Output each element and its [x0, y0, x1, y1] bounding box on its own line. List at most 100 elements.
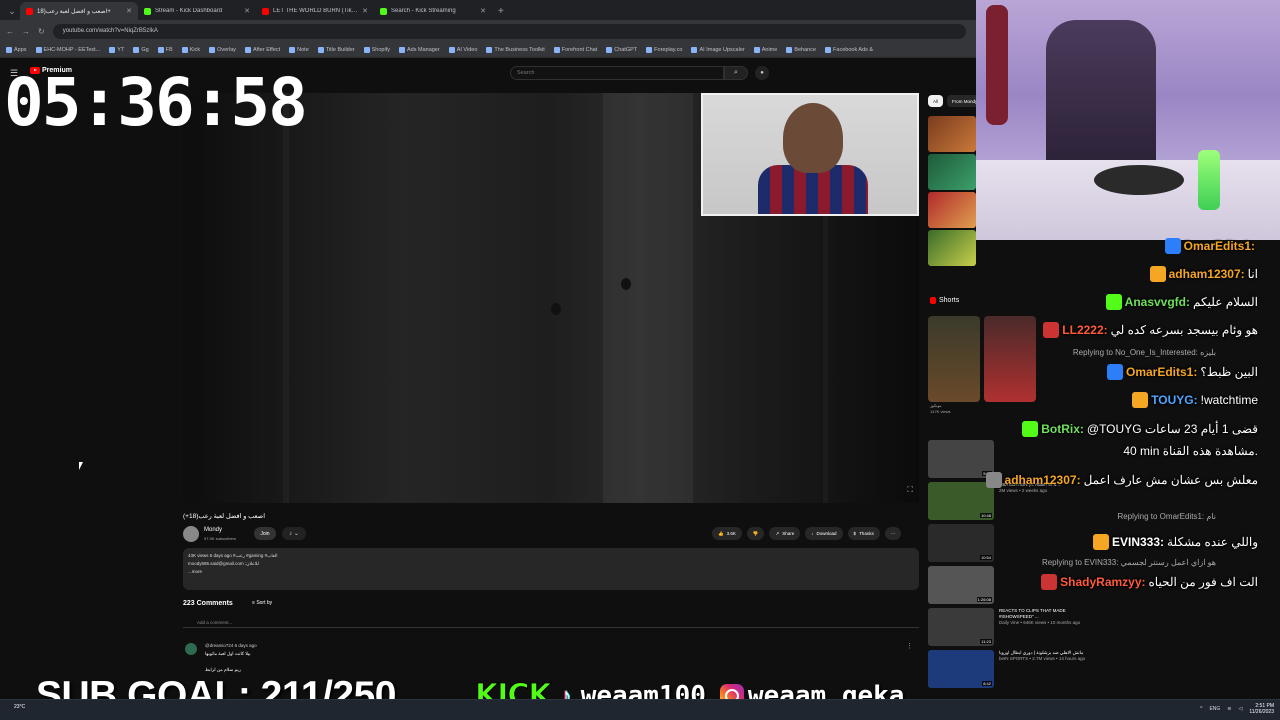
chat-text: الت اف فور من الحياه [1148, 575, 1258, 589]
tab-youtube[interactable]: اصعب و افضل لعبة رعب(18+ ✕ [20, 2, 138, 20]
wifi-icon[interactable]: ≋ [1227, 706, 1231, 712]
video-thumbnail[interactable] [928, 154, 976, 190]
microphone-icon[interactable]: ● [755, 66, 769, 80]
chip-all[interactable]: All [928, 95, 944, 107]
bookmark-item[interactable]: Title Builder [317, 46, 355, 53]
tab-search-icon[interactable]: ⌄ [4, 2, 20, 20]
bookmark-item[interactable]: FB [157, 46, 173, 53]
video-thumbnail[interactable]: 1:26:08 [928, 566, 994, 604]
bookmark-label: Forefront Chat [561, 46, 598, 53]
reload-icon[interactable]: ↻ [38, 27, 45, 36]
video-thumbnail[interactable] [928, 116, 976, 152]
video-thumbnail[interactable] [928, 192, 976, 228]
bookmark-item[interactable]: Anime [753, 46, 777, 53]
new-tab-plus-icon[interactable]: + [492, 2, 510, 20]
close-icon[interactable]: ✕ [244, 7, 250, 15]
bookmark-label: AI Image Upscaler [699, 46, 745, 53]
address-bar[interactable]: youtube.com/watch?v=NiqZrB5zIkA [52, 23, 966, 39]
comment-avatar[interactable] [185, 643, 197, 655]
video-thumbnail[interactable] [928, 230, 976, 266]
chat-message: adham12307: انا [1149, 266, 1258, 282]
bookmark-icon [109, 46, 116, 53]
bookmark-label: YT [117, 46, 125, 53]
volume-icon[interactable]: ◁ [1238, 706, 1242, 712]
share-icon: ↗ [775, 530, 780, 536]
close-icon[interactable]: ✕ [480, 7, 486, 15]
download-button[interactable]: ↓ Download [805, 527, 843, 540]
like-button[interactable]: 👍 3.6K [712, 527, 742, 540]
comment-text: بيلا كانت اول لعبة ماتوبها [205, 651, 251, 656]
bookmark-item[interactable]: Overlay [209, 46, 236, 53]
video-thumbnail[interactable]: 8:42 [928, 650, 994, 688]
bookmark-item[interactable]: Forefront Chat [553, 46, 598, 53]
short-thumbnail[interactable] [928, 316, 980, 402]
close-icon[interactable]: ✕ [362, 7, 368, 15]
comment-menu-icon[interactable]: ⋮ [906, 642, 913, 650]
close-icon[interactable]: ✕ [126, 7, 132, 15]
chat-text: @TOUYG قضى 1 أيام 23 ساعات [1086, 422, 1258, 436]
chat-text: هو وئام بيسجد بسرعه كده لي [1110, 323, 1258, 337]
forward-arrow-icon[interactable]: → [22, 27, 30, 36]
search-icon[interactable]: ⌕ [724, 66, 748, 80]
sort-by-button[interactable]: ≡ Sort by [252, 600, 272, 606]
search-input[interactable]: Search [510, 66, 724, 80]
video-thumbnail[interactable]: 5:54 [928, 440, 994, 478]
recommended-video[interactable]: 8:42 ماتش الاهلي ضد برشلونة | دوري ابطال … [928, 650, 1088, 690]
bookmark-item[interactable]: AI Video [448, 46, 477, 53]
bookmark-label: Shopify [371, 46, 390, 53]
bookmark-item[interactable]: Foreplay.co [646, 46, 683, 53]
youtube-favicon-icon [262, 7, 269, 15]
frying-pan [1094, 165, 1184, 195]
subscribed-bell-button[interactable]: ♪ ⌄ [282, 527, 306, 540]
share-button[interactable]: ↗ Share [769, 527, 801, 540]
video-thumbnail[interactable]: 10:48 [928, 482, 994, 520]
dislike-button[interactable]: 👎 [746, 527, 765, 540]
fullscreen-icon[interactable]: ⛶ [907, 485, 913, 495]
channel-avatar[interactable] [183, 526, 199, 542]
thanks-button[interactable]: $ Thanks [847, 527, 880, 540]
chat-text: معلش بس عشان مش عارف اعمل [1083, 473, 1258, 487]
tab-kick-dashboard[interactable]: Stream - Kick Dashboard ✕ [138, 2, 256, 20]
bookmark-item[interactable]: YT [109, 46, 125, 53]
comment-author[interactable]: @dreamio724 6 days ago [205, 643, 257, 648]
bookmark-item[interactable]: Note [289, 46, 309, 53]
join-button[interactable]: Join [254, 527, 276, 540]
add-comment-input[interactable]: Add a comment... [183, 620, 919, 628]
weather-widget[interactable]: 23°C [14, 704, 25, 710]
bookmark-item[interactable]: Kick [181, 46, 200, 53]
tab-title: اصعب و افضل لعبة رعب(18+ [37, 8, 111, 15]
system-tray: ^ ENG ≋ ◁ 2:51 PM 11/26/2023 [1200, 703, 1274, 715]
bookmark-item[interactable]: Shopify [363, 46, 390, 53]
bookmark-label: Apps [14, 46, 27, 53]
bookmark-item[interactable]: AI Image Upscaler [691, 46, 745, 53]
bookmark-item[interactable]: Ads Manager [398, 46, 440, 53]
bookmark-item[interactable]: EHC-MOHP - EETest... [35, 46, 100, 53]
bookmark-item[interactable]: After Effect [245, 46, 280, 53]
bookmark-item[interactable]: The Business Toolkit [486, 46, 545, 53]
bookmark-label: Title Builder [325, 46, 355, 53]
description-more[interactable]: ...more [188, 568, 914, 576]
video-description[interactable]: 43K views 6 days ago #رعب #gaming #العاب… [183, 548, 919, 590]
chevron-up-icon[interactable]: ^ [1200, 706, 1202, 712]
bookmark-icon [181, 46, 188, 53]
video-thumbnail[interactable]: 10:54 [928, 524, 994, 562]
video-thumbnail[interactable]: 11:23 [928, 608, 994, 646]
tab-kick-search[interactable]: Search - Kick Streaming ✕ [374, 2, 492, 20]
video-meta: beIN SPORTS • 2.7M views • 14 hours ago [999, 656, 1086, 661]
more-actions-button[interactable]: ⋯ [884, 527, 902, 540]
bookmark-icon [133, 46, 140, 53]
language-indicator[interactable]: ENG [1209, 706, 1220, 712]
bookmark-icon [825, 46, 832, 53]
figure-decoration [986, 5, 1008, 125]
back-arrow-icon[interactable]: ← [6, 27, 14, 36]
channel-name[interactable]: Mondy [204, 527, 222, 533]
bookmark-label: Foreplay.co [654, 46, 683, 53]
bookmark-item[interactable]: Facebook Ads & [825, 46, 874, 53]
bookmark-item[interactable]: Behance [786, 46, 816, 53]
bookmark-item[interactable]: ChatGPT [606, 46, 637, 53]
tab-tiktok-video[interactable]: LET THE WORLD BURN (TikTok ✕ [256, 2, 374, 20]
clock[interactable]: 2:51 PM 11/26/2023 [1249, 703, 1274, 715]
bookmark-item[interactable]: Apps [6, 46, 27, 53]
bookmark-item[interactable]: Gg [133, 46, 149, 53]
bookmark-label: Facebook Ads & [833, 46, 874, 53]
